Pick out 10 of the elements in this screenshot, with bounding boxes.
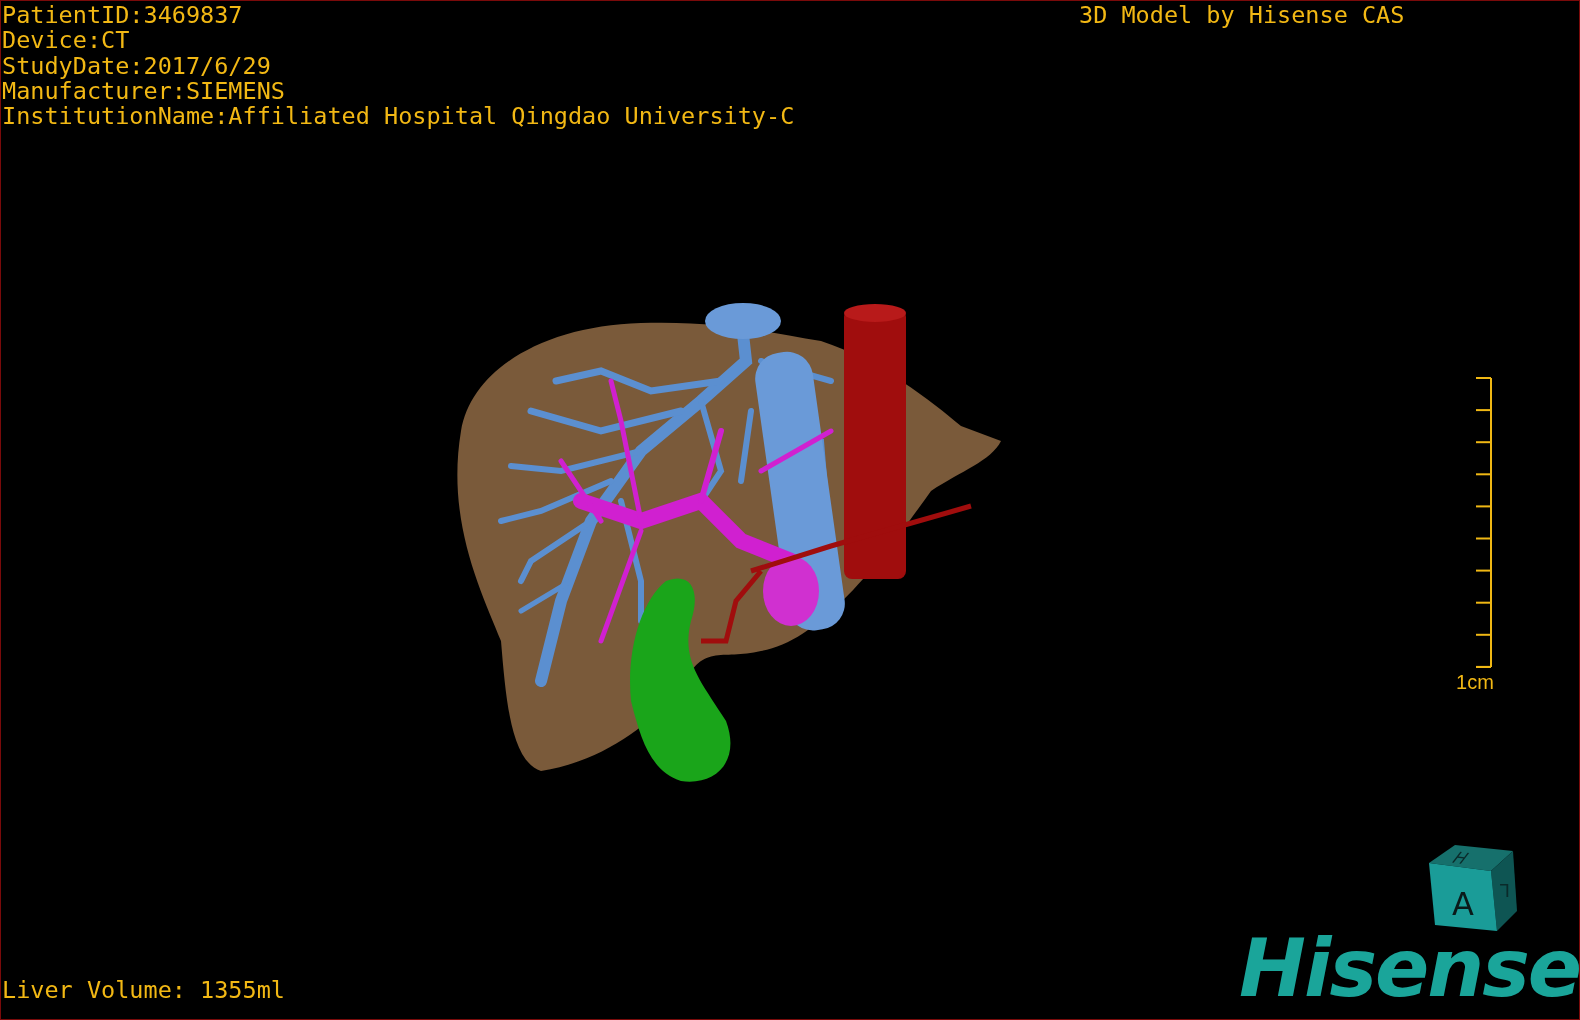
patient-info-text: Device:CT — [2, 28, 130, 54]
scale-label: 1cm — [1456, 671, 1494, 694]
liver-volume-text: Liver Volume: 1355ml — [2, 977, 285, 1003]
brand-logo: Hisense — [1239, 926, 1579, 1012]
patient-info-text: PatientID:3469837 — [2, 3, 243, 29]
patient-info-text: StudyDate:2017/6/29 — [2, 53, 271, 79]
patient-info-text: InstitutionName:Affiliated Hospital Qingdao University-C — [2, 104, 795, 130]
patient-info-text: Manufacturer:SIEMENS — [2, 78, 285, 105]
scale-bar-icon — [1475, 377, 1493, 669]
model-credit-text: 3D Model by Hisense CAS — [1079, 3, 1405, 28]
